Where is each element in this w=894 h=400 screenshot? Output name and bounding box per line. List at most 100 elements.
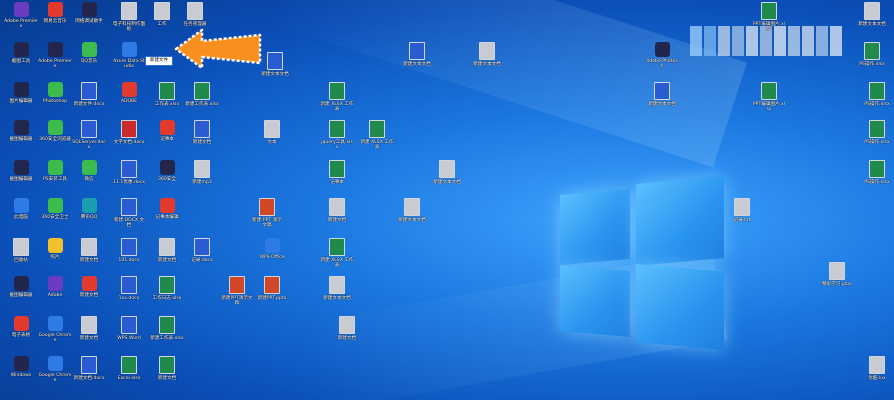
desktop-icon[interactable]: 工作 — [145, 2, 179, 27]
desktop-icon[interactable]: 新建工作表.xlsx — [185, 82, 219, 107]
desktop-icon[interactable]: 新建文档.docx — [72, 356, 106, 381]
desktop-icon[interactable]: 新建文档 — [330, 316, 364, 341]
desktop-icon[interactable]: 新建PPT.pptx — [255, 276, 289, 301]
desktop-icon[interactable]: 工作日志.xlsx — [150, 276, 184, 301]
gray-file-icon — [187, 2, 203, 20]
desktop-icon[interactable]: 任务管理器 — [178, 2, 212, 27]
rename-input[interactable]: 新建文件 — [145, 56, 173, 66]
windows-logo-pane-top-right — [636, 176, 724, 266]
desktop-icon[interactable]: 新建文档 — [72, 316, 106, 341]
desktop-icon[interactable]: Photoshop — [38, 82, 72, 104]
desktop-icon[interactable]: 101.docx — [112, 238, 146, 263]
desktop-icon[interactable]: 网络调试助手 — [72, 2, 106, 24]
desktop-icon[interactable]: 记录.txt — [725, 198, 759, 223]
desktop-icon[interactable]: 文本 — [255, 120, 289, 145]
desktop-icon[interactable]: jquery工具.xlsx — [320, 120, 354, 150]
desktop-icon[interactable]: 新建文档 — [72, 276, 106, 298]
desktop-icon[interactable]: Excel.xlsx — [112, 356, 146, 381]
desktop-icon[interactable]: 工作表.xlsx — [150, 82, 184, 107]
desktop-icon[interactable]: 新建文本文档 — [470, 42, 504, 67]
desktop-icon[interactable]: 新建文本文档 — [395, 198, 429, 223]
desktop-icon[interactable]: PS操作.xlsx — [855, 42, 889, 67]
desktop-icon[interactable]: 360安全卫士 — [38, 198, 72, 220]
desktop-icon[interactable]: 新建文档 — [72, 238, 106, 263]
purple-file-icon — [13, 2, 29, 17]
desktop-icon[interactable]: 电子科技制作面板 — [112, 2, 146, 32]
desktop-icon[interactable]: Windows — [4, 356, 38, 378]
desktop-icon[interactable]: 图片编辑器 — [4, 82, 38, 104]
desktop-icon[interactable]: WPS Office — [255, 238, 289, 260]
desktop-icon[interactable]: 精彩学习.jpbo — [820, 262, 854, 287]
desktop-icon[interactable]: 腾讯QQ — [72, 198, 106, 220]
desktop-icon[interactable]: 新建文档 — [150, 238, 184, 263]
desktop-icon-label: 新建工作表.xlsx — [185, 102, 219, 107]
desktop-icon[interactable]: 记事本 — [150, 120, 184, 142]
desktop-icon[interactable]: 新建 DOCX 文档 — [112, 198, 146, 228]
windows-logo-pane-top-left — [560, 188, 630, 266]
desktop-icon[interactable]: 360安全 — [150, 160, 184, 182]
desktop-icon[interactable]: 360安全浏览器 — [38, 120, 72, 142]
desktop-icon[interactable]: 文字文档.docx — [112, 120, 146, 145]
desktop-icon[interactable]: 11.1优惠.docx — [112, 160, 146, 185]
gray-file-icon — [404, 198, 420, 216]
desktop-icon[interactable]: WPS Word — [112, 316, 146, 341]
dark-file-icon — [13, 276, 29, 291]
desktop-icon[interactable]: ADOBE — [112, 82, 146, 104]
desktop-icon[interactable]: 网易云音乐 — [38, 2, 72, 24]
desktop-icon[interactable]: 新建PPT演示文稿 — [220, 276, 254, 306]
desktop-icon[interactable]: Google Chrome — [38, 316, 72, 343]
desktop-icon[interactable]: 新建 XLSX 工作表 — [360, 120, 394, 150]
desktop-icon[interactable]: PS操作.xlsx — [860, 120, 894, 145]
desktop-icon[interactable]: 新建文本文档 — [430, 160, 464, 185]
desktop-icon[interactable]: Google Chrome — [38, 356, 72, 383]
desktop-icon[interactable]: Adobe Premiere — [4, 2, 38, 29]
desktop-icon[interactable]: 截图工具 — [4, 42, 38, 64]
desktop-icon[interactable]: 新建文本文档 — [645, 82, 679, 107]
desktop-icon[interactable]: 新建文档 — [185, 120, 219, 145]
desktop-icon[interactable]: 新建文本文档 — [400, 42, 434, 67]
desktop-icon[interactable]: 新建工作表.xlsx — [150, 316, 184, 341]
desktop-icon[interactable]: 新建文档 — [150, 356, 184, 381]
desktop-icon[interactable]: Adobe Premiere — [38, 42, 72, 69]
desktop-icon[interactable]: PS操作.xlsx — [860, 82, 894, 107]
desktop-icon[interactable]: 新建文本文档 — [320, 276, 354, 301]
desktop-icon-label: Google Chrome — [38, 373, 72, 383]
desktop-icon[interactable]: 新建 PPT 演示文稿 — [250, 198, 284, 228]
desktop-icon[interactable]: 新建mp3 — [185, 160, 219, 185]
desktop-icon[interactable]: Adobe Photosh — [645, 42, 679, 69]
desktop-icon[interactable]: PS操作.xlsx — [860, 160, 894, 185]
desktop-icon[interactable]: 记录.docx — [185, 238, 219, 263]
desktop-icon[interactable]: PS安装工具 — [38, 160, 72, 182]
desktop-icon[interactable]: 电子表格 — [4, 316, 38, 338]
desktop-icon[interactable]: 新建 XLSX 工作表 — [320, 82, 354, 112]
desktop-icon[interactable]: 此电脑 — [4, 198, 38, 220]
desktop-icon[interactable]: 新建文档 — [320, 198, 354, 223]
desktop-icon[interactable]: 记事本 — [320, 160, 354, 185]
desktop-icon-label: 新建PPT.pptx — [257, 296, 287, 301]
desktop-icon[interactable]: Adobe — [38, 276, 72, 298]
pdf-file-icon — [121, 120, 137, 138]
desktop-icon[interactable]: 截图编辑器 — [4, 120, 38, 142]
desktop-icon[interactable]: PPT编辑图片.xlsx — [752, 82, 786, 112]
blue-file-icon — [264, 238, 280, 253]
desktop-icon[interactable]: 截图编辑器 — [4, 276, 38, 298]
desktop-icon[interactable]: 记事本编辑 — [150, 198, 184, 220]
desktop-icon[interactable]: 截图编辑器 — [4, 160, 38, 182]
desktop-icon[interactable]: 新建文件.docx — [72, 82, 106, 107]
desktop-icon[interactable]: 微信 — [72, 160, 106, 182]
purple-file-icon — [47, 276, 63, 291]
word-file-icon — [121, 160, 137, 178]
word-file-icon — [81, 82, 97, 100]
desktop-icon[interactable]: 优酷.lux — [860, 356, 894, 381]
desktop-icon[interactable]: 1xx.docx — [112, 276, 146, 301]
desktop-icon[interactable]: 新建 XLSX 工作表 — [320, 238, 354, 268]
desktop-icon[interactable]: PPT编辑图片.xlsx — [752, 2, 786, 32]
desktop-icon[interactable]: Azure Data Studio — [112, 42, 146, 69]
desktop-icon[interactable]: QQ音乐 — [72, 42, 106, 64]
desktop-icon[interactable]: SQLServer.docx — [72, 120, 106, 150]
desktop-icon[interactable]: 回收站 — [4, 238, 38, 263]
desktop-icon[interactable]: 照片 — [38, 238, 72, 260]
desktop-icon-label: 电子科技制作面板 — [112, 22, 146, 32]
desktop-icon[interactable]: 新建文本文档 — [855, 2, 889, 27]
desktop-icon-label: 11.1优惠.docx — [113, 180, 145, 185]
